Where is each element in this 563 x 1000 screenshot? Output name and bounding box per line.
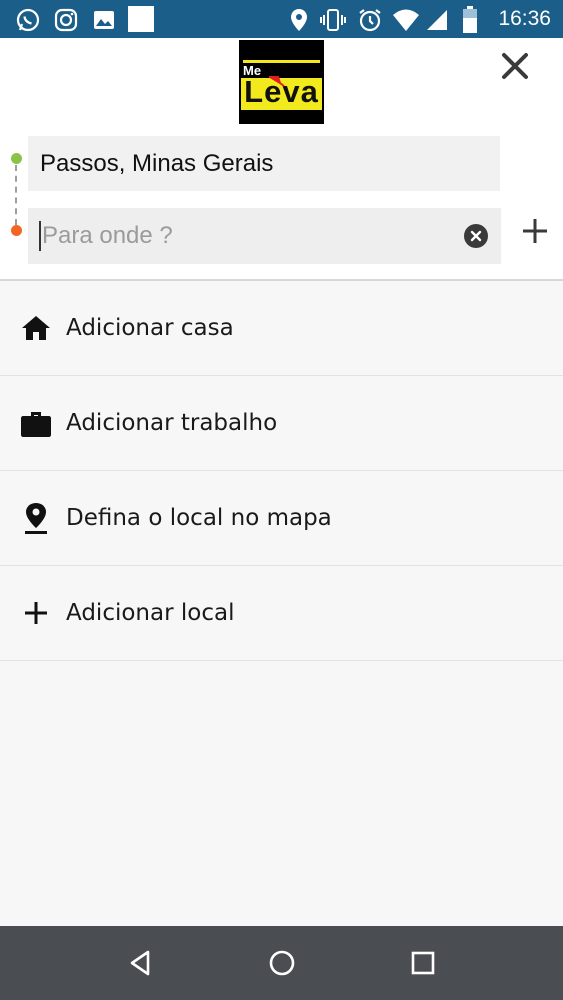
list-item-set-on-map[interactable]: Defina o local no mapa — [0, 471, 563, 566]
origin-field[interactable]: Passos, Minas Gerais — [28, 136, 500, 191]
home-circle-icon — [269, 950, 295, 976]
list-item-add-place[interactable]: Adicionar local — [0, 566, 563, 661]
origin-dot — [11, 153, 22, 164]
briefcase-icon — [20, 407, 52, 439]
add-stop-button[interactable] — [520, 216, 550, 246]
list-item-label: Adicionar local — [66, 600, 235, 626]
close-button[interactable] — [499, 50, 531, 82]
list-item-label: Adicionar trabalho — [66, 410, 278, 436]
recents-button[interactable] — [408, 948, 438, 978]
system-nav-bar — [0, 926, 563, 1000]
status-bar: 16:36 — [0, 0, 563, 38]
map-pin-icon — [20, 502, 52, 534]
list-item-add-work[interactable]: Adicionar trabalho — [0, 376, 563, 471]
plus-icon — [523, 219, 547, 243]
list-item-label: Defina o local no mapa — [66, 505, 332, 531]
list-item-add-home[interactable]: Adicionar casa — [0, 281, 563, 376]
back-icon — [130, 950, 150, 976]
route-header: Me Leva Passos, Minas Gerais — [0, 38, 563, 281]
home-nav-button[interactable] — [267, 948, 297, 978]
close-icon — [502, 53, 528, 79]
destination-dot — [11, 225, 22, 236]
wifi-icon — [392, 7, 420, 37]
whatsapp-icon — [15, 7, 41, 37]
origin-value: Passos, Minas Gerais — [40, 149, 274, 177]
plus-icon — [20, 597, 52, 629]
alarm-icon — [357, 7, 383, 37]
back-button[interactable] — [126, 948, 156, 978]
logo-arrow-icon — [266, 72, 285, 91]
gallery-icon — [91, 7, 117, 37]
clear-destination-button[interactable] — [464, 224, 488, 248]
instagram-icon — [53, 7, 79, 37]
destination-field[interactable] — [28, 208, 501, 264]
place-options-list: Adicionar casa Adicionar trabalho Defina… — [0, 281, 563, 661]
recents-icon — [411, 951, 435, 975]
location-icon — [289, 7, 309, 37]
destination-input[interactable] — [42, 222, 442, 250]
app-screen: 16:36 Me Leva Passos, Minas Gerais Para … — [0, 0, 563, 1000]
clear-icon — [470, 230, 482, 242]
status-time: 16:36 — [498, 7, 551, 30]
battery-icon — [462, 6, 478, 38]
vibrate-icon — [319, 7, 347, 37]
signal-icon — [425, 7, 449, 37]
text-cursor — [39, 221, 41, 251]
list-item-label: Adicionar casa — [66, 315, 234, 341]
notification-square-icon — [128, 6, 154, 36]
route-connector-line — [15, 165, 17, 225]
home-icon — [20, 312, 52, 344]
app-logo: Me Leva — [239, 40, 324, 124]
